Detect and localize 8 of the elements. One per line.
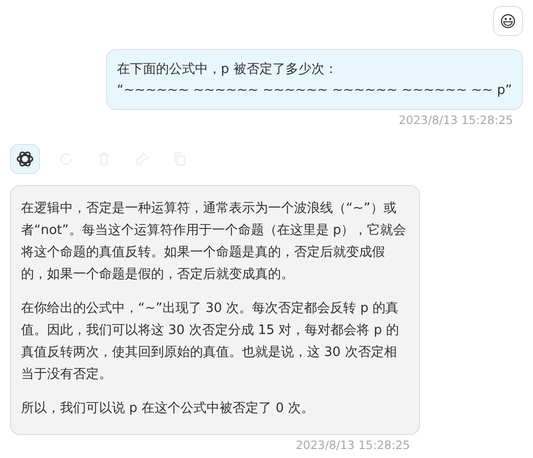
message-paragraph: 所以，我们可以说 p 在这个公式中被否定了 0 次。 <box>21 400 316 418</box>
timestamp: 2023/8/13 15:28:25 <box>398 113 514 127</box>
message-paragraph: 在逻辑中，否定是一种运算符，通常表示为一个波浪线（“~”）或者“not”。每当这个运算符作用于一个命题（在这里是 p），它就会将这个命题的真值反转。如果一个命题是真的，否定后就变成假的，如果一个命题是假的，否定后就变成真的。 <box>21 200 408 284</box>
emoji-avatar: 😃 <box>493 6 523 36</box>
user-message: 在下面的公式中，p 被否定了多少次： “~~~~~~ ~~~~~~ ~~~~~~ ~~~~~~ ~~~~~~ ~~ p” <box>106 49 523 110</box>
timestamp: 2023/8/13 15:28:25 <box>294 438 411 452</box>
knot-icon <box>15 149 35 169</box>
message-paragraph: 在你给出的公式中，“~”出现了 30 次。每次否定都会反转 p 的真值。因此，我们可以将这 30 次否定分成 15 对，每对都会将 p 的真值反转两次，使其回到原始的真值。也就是说，这 30 次否定相当于没有否定。 <box>21 300 400 384</box>
